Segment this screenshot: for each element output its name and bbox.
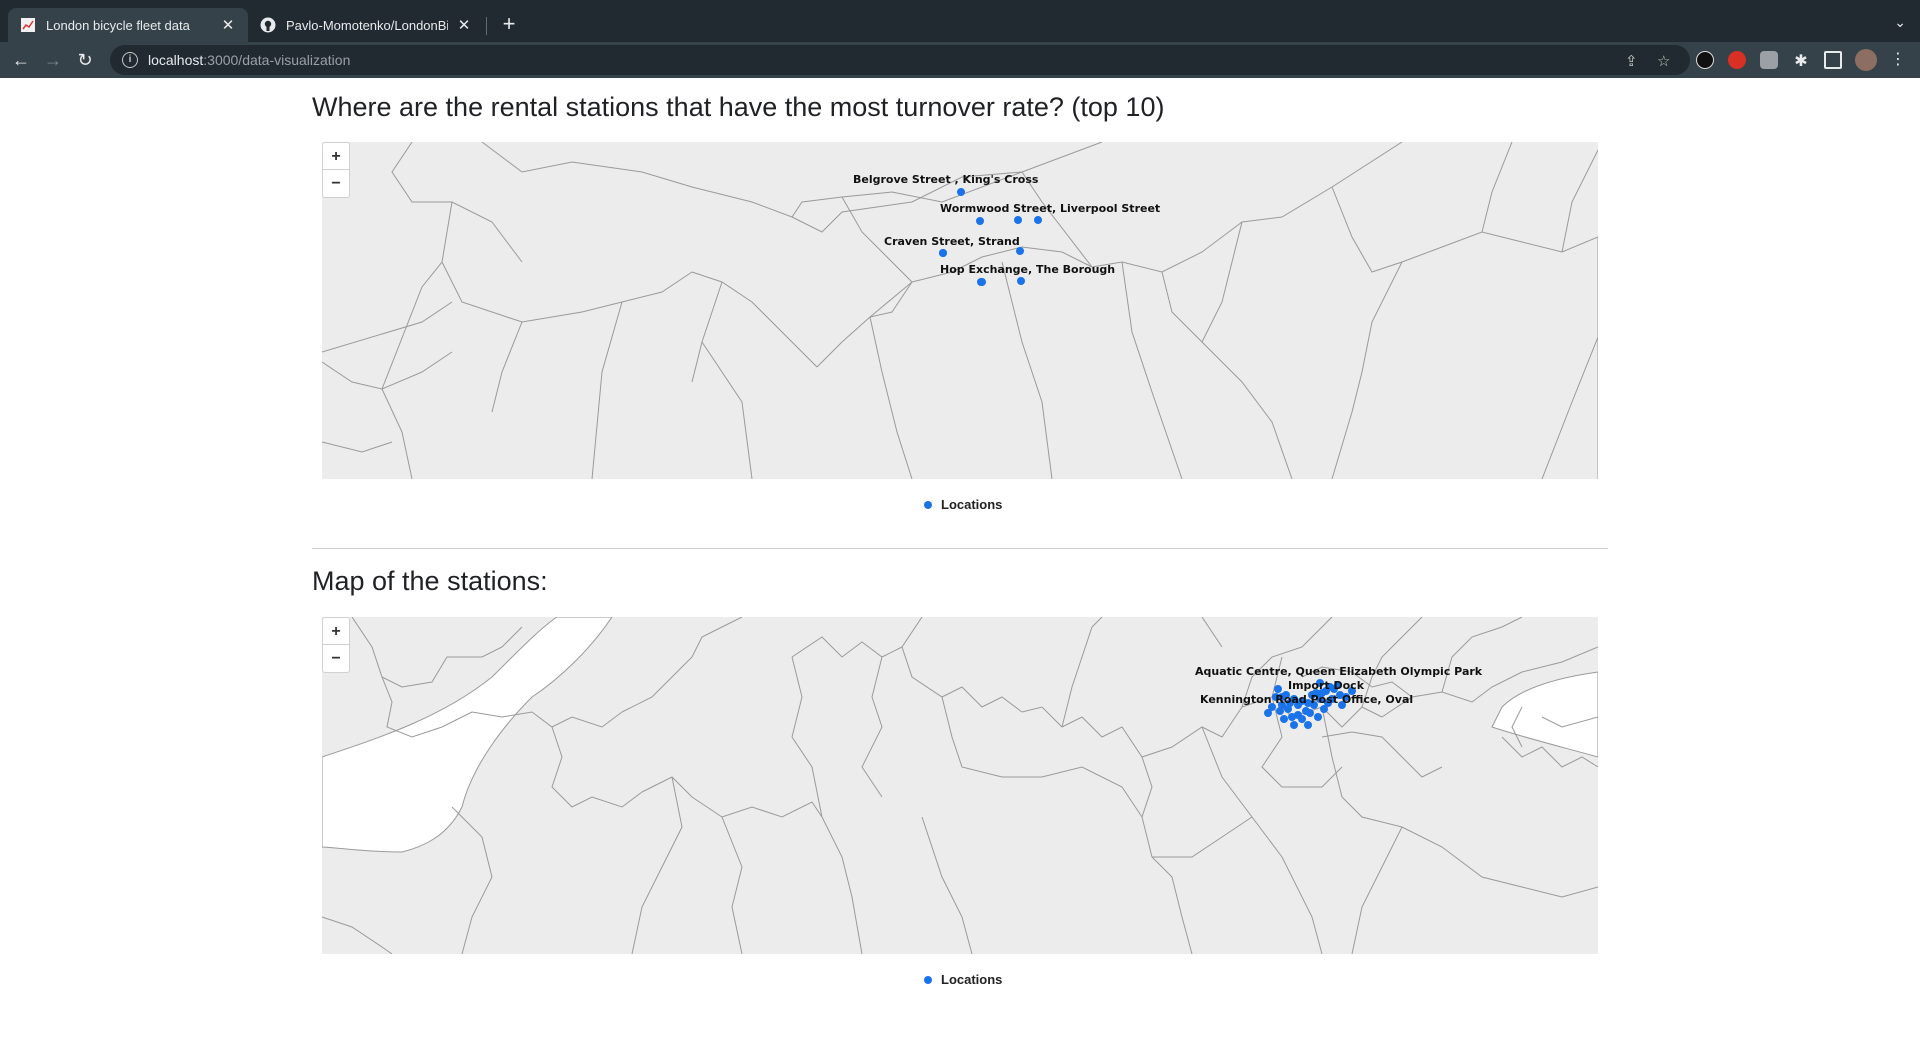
profile-avatar[interactable] — [1855, 49, 1877, 71]
stations-map-borders: Aquatic Centre, Queen Elizabeth Olympic … — [322, 617, 1598, 954]
legend-dot — [924, 500, 932, 509]
stations-map-labels: Aquatic Centre, Queen Elizabeth Olympic … — [1195, 665, 1483, 706]
station-marker[interactable] — [1034, 216, 1042, 224]
station-marker[interactable] — [978, 278, 986, 286]
station-label: Wormwood Street, Liverpool Street — [940, 202, 1160, 215]
puzzle-extensions-icon[interactable]: ✱ — [1792, 51, 1810, 70]
station-marker[interactable] — [1314, 713, 1322, 721]
site-info-icon[interactable]: i — [122, 52, 138, 68]
extension-icon[interactable] — [1760, 51, 1778, 69]
station-label: Hop Exchange, The Borough — [940, 263, 1115, 276]
station-label: Belgrove Street , King's Cross — [853, 173, 1039, 186]
section-divider — [312, 548, 1608, 549]
adblock-extension-icon[interactable] — [1728, 51, 1746, 69]
station-marker[interactable] — [1320, 705, 1328, 713]
reload-icon[interactable]: ↻ — [73, 48, 97, 72]
station-marker[interactable] — [976, 217, 984, 225]
tab-london-bicycle[interactable]: London bicycle fleet data ✕ — [8, 8, 248, 42]
zoom-out-button[interactable]: − — [323, 645, 349, 672]
station-marker[interactable] — [957, 188, 965, 196]
url-path: :3000/data-visualization — [203, 52, 351, 68]
station-marker[interactable] — [1306, 709, 1314, 717]
kebab-menu-icon[interactable]: ⋮ — [1886, 48, 1910, 72]
chart-favicon-icon — [20, 17, 36, 33]
close-tab-icon[interactable]: ✕ — [220, 17, 236, 34]
station-label: Craven Street, Strand — [884, 235, 1020, 248]
station-marker[interactable] — [939, 249, 947, 257]
station-label: Aquatic Centre, Queen Elizabeth Olympic … — [1195, 665, 1483, 678]
browser-tabstrip: London bicycle fleet data ✕ Pavlo-Momote… — [0, 0, 1920, 42]
address-bar[interactable]: i localhost:3000/data-visualization ⇪ ☆ — [110, 45, 1690, 75]
zoom-out-button[interactable]: − — [323, 170, 349, 197]
turnover-map-borders: Belgrove Street , King's Cross Wormwood … — [322, 142, 1598, 479]
zoom-in-button[interactable]: + — [323, 618, 349, 645]
station-label: Kennington Road Post Office, Oval — [1200, 693, 1413, 706]
station-marker[interactable] — [1288, 713, 1296, 721]
stations-map-title: Map of the stations: — [312, 566, 548, 596]
station-marker[interactable] — [1017, 277, 1025, 285]
legend-label: Locations — [941, 972, 1003, 987]
station-marker[interactable] — [1014, 216, 1022, 224]
tab-title: London bicycle fleet data — [46, 17, 190, 33]
zoom-in-button[interactable]: + — [323, 143, 349, 170]
stations-map[interactable]: Aquatic Centre, Queen Elizabeth Olympic … — [322, 617, 1598, 954]
forward-arrow-icon[interactable]: → — [41, 48, 65, 72]
station-marker[interactable] — [1290, 721, 1298, 729]
station-marker[interactable] — [1304, 721, 1312, 729]
tab-github[interactable]: Pavlo-Momotenko/LondonBicy ✕ — [248, 8, 484, 42]
close-tab-icon[interactable]: ✕ — [456, 17, 472, 34]
turnover-map-labels: Belgrove Street , King's Cross Wormwood … — [853, 173, 1160, 276]
new-tab-button[interactable]: + — [497, 13, 521, 37]
share-icon[interactable]: ⇪ — [1625, 52, 1638, 70]
station-marker[interactable] — [1016, 247, 1024, 255]
station-label: Import Dock — [1288, 679, 1365, 692]
tab-separator — [486, 17, 487, 35]
legend-label: Locations — [941, 497, 1003, 512]
station-marker[interactable] — [1274, 685, 1282, 693]
station-marker[interactable] — [1264, 709, 1272, 717]
back-arrow-icon[interactable]: ← — [9, 48, 33, 72]
turnover-map[interactable]: Belgrove Street , King's Cross Wormwood … — [322, 142, 1598, 479]
password-manager-extension-icon[interactable] — [1696, 51, 1714, 69]
stations-map-zoom-control: + − — [322, 617, 350, 673]
legend-dot — [924, 975, 932, 984]
url-host: localhost — [148, 52, 204, 68]
turnover-map-zoom-control: + − — [322, 142, 350, 198]
turnover-map-legend[interactable]: Locations — [924, 497, 1002, 512]
browser-toolbar: ← → ↻ i localhost:3000/data-visualizatio… — [0, 42, 1920, 78]
station-marker[interactable] — [1298, 715, 1306, 723]
turnover-section-title: Where are the rental stations that have … — [312, 92, 1165, 122]
page-content: Where are the rental stations that have … — [0, 78, 1920, 1056]
tab-search-chevron-icon[interactable]: ⌄ — [1894, 14, 1906, 31]
side-panel-icon[interactable] — [1824, 51, 1842, 69]
station-marker[interactable] — [1280, 715, 1288, 723]
tab-title: Pavlo-Momotenko/LondonBicy — [286, 17, 448, 33]
stations-map-legend[interactable]: Locations — [924, 972, 1002, 987]
github-icon — [260, 17, 276, 33]
bookmark-star-icon[interactable]: ☆ — [1657, 52, 1670, 70]
